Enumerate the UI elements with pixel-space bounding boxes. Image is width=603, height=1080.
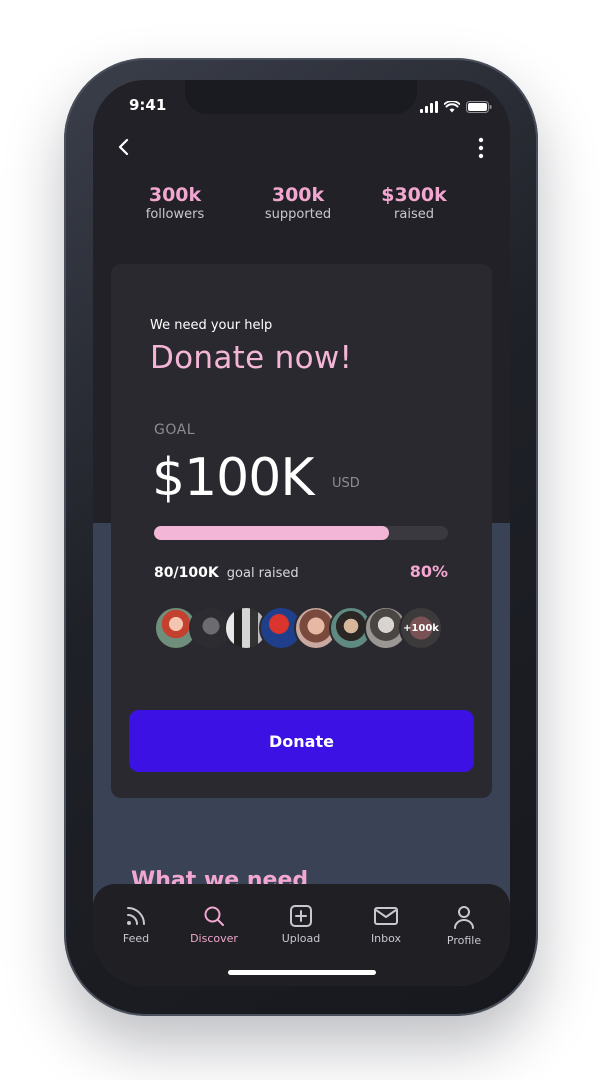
status-time: 9:41 <box>129 96 167 114</box>
feed-icon <box>127 907 145 925</box>
donate-button[interactable]: Donate <box>129 710 474 772</box>
phone-screen: What we need 9:41 300k followers 300k su… <box>93 80 510 986</box>
notch <box>185 80 417 114</box>
tab-upload[interactable]: Upload <box>266 904 336 945</box>
tab-feed[interactable]: Feed <box>101 904 171 945</box>
card-kicker: We need your help <box>150 318 273 333</box>
battery-icon <box>466 98 492 117</box>
raised-amount: 80/100K <box>154 565 219 581</box>
stats-row: 300k followers 300k supported $300k rais… <box>93 184 510 234</box>
raised-label: goal raised <box>226 566 299 581</box>
stat-supported: 300k supported <box>243 184 353 224</box>
tab-discover[interactable]: Discover <box>179 904 249 945</box>
stat-value: $300k <box>381 184 447 206</box>
raised-row: 80/100K goal raised 80% <box>154 562 448 584</box>
goal-label: GOAL <box>154 422 195 438</box>
more-vertical-icon <box>478 137 484 159</box>
tab-label: Inbox <box>370 932 402 945</box>
status-icons <box>420 98 492 117</box>
tab-label: Discover <box>190 932 238 945</box>
home-indicator <box>228 970 376 975</box>
tab-label: Upload <box>281 932 321 945</box>
stat-label: raised <box>394 207 434 222</box>
more-options-button[interactable] <box>476 136 486 160</box>
stat-followers: 300k followers <box>120 184 230 224</box>
stat-raised: $300k raised <box>359 184 469 224</box>
back-button[interactable] <box>113 136 135 158</box>
mail-icon <box>374 907 398 925</box>
stat-value: 300k <box>271 184 325 206</box>
goal-progress-fill <box>154 526 390 540</box>
goal-progress-bar <box>154 526 448 540</box>
tab-label: Profile <box>446 934 482 947</box>
wifi-icon <box>443 98 461 117</box>
more-supporters-avatar: +100k <box>399 606 443 650</box>
tab-profile[interactable]: Profile <box>429 904 499 947</box>
stat-label: followers <box>145 207 205 222</box>
card-headline: Donate now! <box>150 340 353 376</box>
goal-amount: $100K <box>152 448 314 508</box>
more-supporters-count: +100k <box>403 622 439 634</box>
stat-value: 300k <box>148 184 202 206</box>
goal-unit: USD <box>332 476 360 491</box>
donation-card: We need your help Donate now! GOAL $100K… <box>111 264 492 798</box>
user-icon <box>454 906 474 929</box>
tab-inbox[interactable]: Inbox <box>351 904 421 945</box>
plus-square-icon <box>290 905 312 927</box>
chevron-left-icon <box>118 138 129 156</box>
search-icon <box>204 906 224 926</box>
signal-icon <box>420 98 438 117</box>
raised-percent: 80% <box>409 562 448 581</box>
stat-label: supported <box>264 207 332 222</box>
tab-label: Feed <box>122 932 150 945</box>
